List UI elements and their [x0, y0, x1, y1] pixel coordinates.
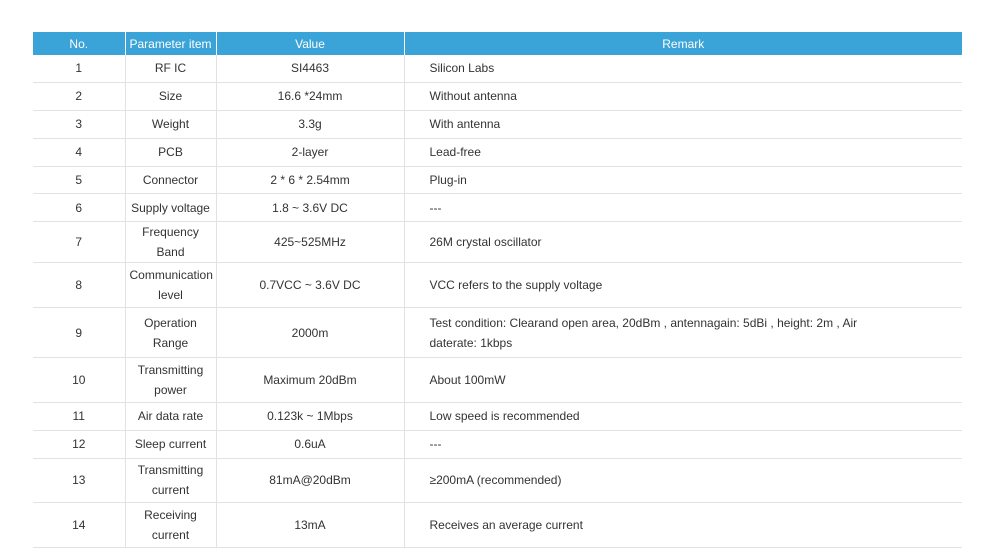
header-row: No. Parameter item Value Remark [33, 32, 962, 55]
table-row: 9 Operation Range 2000m Test condition: … [33, 307, 962, 359]
table-row: 4 PCB 2-layer Lead-free [33, 138, 962, 167]
col-header-parameter: Parameter item [125, 32, 217, 55]
cell-value: 2000m [216, 307, 405, 359]
cell-value: 3.3g [216, 110, 405, 139]
cell-parameter: Connector [125, 166, 217, 195]
cell-value: 81mA@20dBm [216, 458, 405, 504]
cell-remark: Without antenna [404, 82, 962, 111]
cell-value: 425~525MHz [216, 221, 405, 264]
cell-no: 4 [33, 138, 126, 167]
cell-remark: Silicon Labs [404, 55, 962, 83]
table-row: 7 Frequency Band 425~525MHz 26M crystal … [33, 221, 962, 264]
table-row: 8 Communication level 0.7VCC ~ 3.6V DC V… [33, 262, 962, 308]
cell-value: SI4463 [216, 55, 405, 83]
table-row: 10 Transmitting power Maximum 20dBm Abou… [33, 357, 962, 403]
cell-value: Maximum 20dBm [216, 357, 405, 403]
table-row: 6 Supply voltage 1.8 ~ 3.6V DC --- [33, 193, 962, 223]
cell-no: 5 [33, 166, 126, 195]
cell-remark: VCC refers to the supply voltage [404, 262, 962, 308]
cell-remark: ≥200mA (recommended) [404, 458, 962, 504]
cell-value: 2 * 6 * 2.54mm [216, 166, 405, 195]
table-body: 1 RF IC SI4463 Silicon Labs 2 Size 16.6 … [33, 55, 962, 548]
cell-parameter: Receiving current [125, 502, 217, 548]
cell-remark: --- [404, 193, 962, 223]
cell-no: 6 [33, 193, 126, 223]
cell-no: 11 [33, 402, 126, 431]
cell-parameter: Transmitting current [125, 458, 217, 504]
table-row: 2 Size 16.6 *24mm Without antenna [33, 82, 962, 111]
table-row: 3 Weight 3.3g With antenna [33, 110, 962, 139]
table-row: 5 Connector 2 * 6 * 2.54mm Plug-in [33, 166, 962, 195]
cell-remark: About 100mW [404, 357, 962, 403]
cell-parameter: Size [125, 82, 217, 111]
col-header-remark: Remark [404, 32, 962, 55]
cell-remark: Lead-free [404, 138, 962, 167]
cell-parameter: Weight [125, 110, 217, 139]
table-row: 11 Air data rate 0.123k ~ 1Mbps Low spee… [33, 402, 962, 431]
cell-remark: Test condition: Clearand open area, 20dB… [404, 307, 962, 359]
col-header-value: Value [216, 32, 405, 55]
cell-remark: --- [404, 430, 962, 459]
cell-remark: Receives an average current [404, 502, 962, 548]
cell-no: 3 [33, 110, 126, 139]
cell-no: 8 [33, 262, 126, 308]
cell-remark: Low speed is recommended [404, 402, 962, 431]
table-row: 13 Transmitting current 81mA@20dBm ≥200m… [33, 458, 962, 504]
cell-parameter: RF IC [125, 55, 217, 83]
cell-no: 7 [33, 221, 126, 264]
cell-remark: Plug-in [404, 166, 962, 195]
table-row: 12 Sleep current 0.6uA --- [33, 430, 962, 459]
cell-parameter: Frequency Band [125, 221, 217, 264]
cell-value: 2-layer [216, 138, 405, 167]
table-row: 14 Receiving current 13mA Receives an av… [33, 502, 962, 548]
cell-value: 1.8 ~ 3.6V DC [216, 193, 405, 223]
cell-no: 10 [33, 357, 126, 403]
cell-parameter: Transmitting power [125, 357, 217, 403]
cell-no: 13 [33, 458, 126, 504]
cell-no: 9 [33, 307, 126, 359]
cell-parameter: Sleep current [125, 430, 217, 459]
cell-value: 0.7VCC ~ 3.6V DC [216, 262, 405, 308]
cell-value: 0.6uA [216, 430, 405, 459]
cell-no: 1 [33, 55, 126, 83]
spec-table: No. Parameter item Value Remark 1 RF IC … [33, 32, 962, 548]
table-row: 1 RF IC SI4463 Silicon Labs [33, 55, 962, 83]
cell-parameter: Operation Range [125, 307, 217, 359]
cell-no: 12 [33, 430, 126, 459]
cell-remark: With antenna [404, 110, 962, 139]
cell-parameter: Air data rate [125, 402, 217, 431]
cell-parameter: Communication level [125, 262, 217, 308]
cell-no: 2 [33, 82, 126, 111]
cell-parameter: PCB [125, 138, 217, 167]
cell-value: 16.6 *24mm [216, 82, 405, 111]
cell-remark: 26M crystal oscillator [404, 221, 962, 264]
cell-no: 14 [33, 502, 126, 548]
table-header: No. Parameter item Value Remark [33, 32, 962, 55]
cell-value: 0.123k ~ 1Mbps [216, 402, 405, 431]
cell-parameter: Supply voltage [125, 193, 217, 223]
cell-value: 13mA [216, 502, 405, 548]
col-header-no: No. [33, 32, 126, 55]
